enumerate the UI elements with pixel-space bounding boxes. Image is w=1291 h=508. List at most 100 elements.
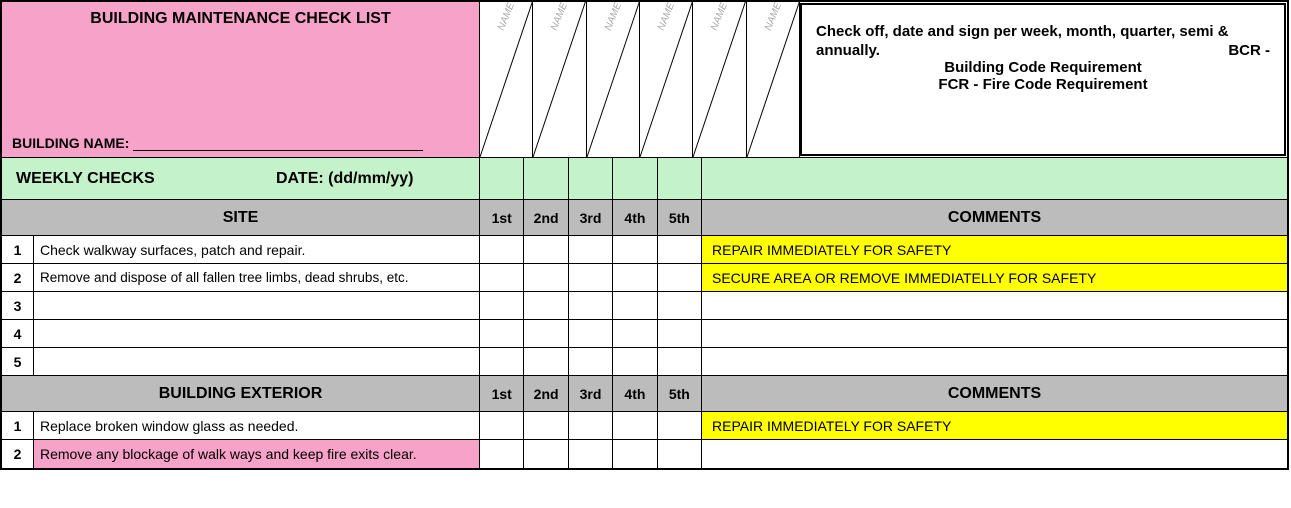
week-date-cell-2[interactable] bbox=[524, 158, 568, 199]
col-head-5: 5th bbox=[658, 376, 702, 411]
check-cell[interactable] bbox=[569, 236, 613, 263]
check-cell[interactable] bbox=[613, 412, 657, 439]
check-cell[interactable] bbox=[569, 320, 613, 347]
col-head-2: 2nd bbox=[524, 200, 568, 235]
section-title: BUILDING EXTERIOR bbox=[2, 376, 480, 411]
col-head-4: 4th bbox=[613, 376, 657, 411]
comment-cell: SECURE AREA OR REMOVE IMMEDIATELLY FOR S… bbox=[702, 264, 1287, 291]
task-cell: Replace broken window glass as needed. bbox=[34, 412, 480, 439]
instructions-line2a: annually. bbox=[816, 42, 880, 59]
check-cell[interactable] bbox=[480, 292, 524, 319]
name-col-5: NAME bbox=[693, 2, 746, 157]
col-head-4: 4th bbox=[613, 200, 657, 235]
check-cell[interactable] bbox=[658, 412, 702, 439]
check-cell[interactable] bbox=[480, 264, 524, 291]
check-cell[interactable] bbox=[480, 348, 524, 375]
task-cell: Remove any blockage of walk ways and kee… bbox=[34, 440, 480, 468]
check-cell[interactable] bbox=[613, 292, 657, 319]
instructions-line2b: BCR - bbox=[1228, 42, 1270, 59]
check-cell[interactable] bbox=[658, 236, 702, 263]
week-date-cell-5[interactable] bbox=[658, 158, 702, 199]
doc-title: BUILDING MAINTENANCE CHECK LIST bbox=[12, 10, 469, 28]
col-head-5: 5th bbox=[658, 200, 702, 235]
task-cell: Remove and dispose of all fallen tree li… bbox=[34, 264, 480, 291]
row-number: 4 bbox=[2, 320, 34, 347]
check-cell[interactable] bbox=[524, 236, 568, 263]
check-cell[interactable] bbox=[658, 320, 702, 347]
check-cell[interactable] bbox=[524, 412, 568, 439]
col-head-3: 3rd bbox=[569, 376, 613, 411]
check-cell[interactable] bbox=[569, 412, 613, 439]
week-date-cell-1[interactable] bbox=[480, 158, 524, 199]
section-header-site: SITE 1st 2nd 3rd 4th 5th COMMENTS bbox=[2, 200, 1287, 236]
name-col-6: NAME bbox=[747, 2, 800, 157]
weekly-checks-row: WEEKLY CHECKS DATE: (dd/mm/yy) bbox=[2, 158, 1287, 200]
comment-cell bbox=[702, 320, 1287, 347]
check-cell[interactable] bbox=[658, 292, 702, 319]
table-row: 4 bbox=[2, 320, 1287, 348]
name-col-1: NAME bbox=[480, 2, 533, 157]
check-cell[interactable] bbox=[613, 264, 657, 291]
check-cell[interactable] bbox=[569, 292, 613, 319]
check-cell[interactable] bbox=[524, 292, 568, 319]
comments-header: COMMENTS bbox=[702, 200, 1287, 235]
checklist-sheet: BUILDING MAINTENANCE CHECK LIST BUILDING… bbox=[0, 0, 1289, 470]
check-cell[interactable] bbox=[569, 348, 613, 375]
comment-cell bbox=[702, 292, 1287, 319]
table-row: 2 Remove and dispose of all fallen tree … bbox=[2, 264, 1287, 292]
section-title: SITE bbox=[2, 200, 480, 235]
check-cell[interactable] bbox=[658, 264, 702, 291]
week-date-cell-3[interactable] bbox=[569, 158, 613, 199]
comment-cell bbox=[702, 440, 1287, 468]
row-number: 2 bbox=[2, 440, 34, 468]
name-col-3: NAME bbox=[587, 2, 640, 157]
col-head-1: 1st bbox=[480, 200, 524, 235]
row-number: 1 bbox=[2, 236, 34, 263]
row-number: 5 bbox=[2, 348, 34, 375]
name-col-2: NAME bbox=[533, 2, 586, 157]
task-cell: Check walkway surfaces, patch and repair… bbox=[34, 236, 480, 263]
check-cell[interactable] bbox=[480, 320, 524, 347]
check-cell[interactable] bbox=[613, 236, 657, 263]
col-head-2: 2nd bbox=[524, 376, 568, 411]
check-cell[interactable] bbox=[524, 264, 568, 291]
weekly-checks-label: WEEKLY CHECKS bbox=[16, 170, 276, 188]
task-cell bbox=[34, 292, 480, 319]
title-box: BUILDING MAINTENANCE CHECK LIST BUILDING… bbox=[2, 2, 480, 157]
check-cell[interactable] bbox=[613, 320, 657, 347]
building-name-label: BUILDING NAME: bbox=[12, 135, 129, 151]
instructions-line4: FCR - Fire Code Requirement bbox=[816, 76, 1270, 93]
table-row: 1 Replace broken window glass as needed.… bbox=[2, 412, 1287, 440]
check-cell[interactable] bbox=[658, 348, 702, 375]
check-cell[interactable] bbox=[480, 440, 524, 468]
weekly-rest bbox=[702, 158, 1287, 199]
task-cell bbox=[34, 348, 480, 375]
building-name-field[interactable]: BUILDING NAME: bbox=[12, 135, 423, 151]
check-cell[interactable] bbox=[524, 348, 568, 375]
check-cell[interactable] bbox=[480, 412, 524, 439]
check-cell[interactable] bbox=[569, 264, 613, 291]
comment-cell bbox=[702, 348, 1287, 375]
week-date-cell-4[interactable] bbox=[613, 158, 657, 199]
instructions-line3: Building Code Requirement bbox=[816, 59, 1270, 76]
col-head-3: 3rd bbox=[569, 200, 613, 235]
check-cell[interactable] bbox=[480, 236, 524, 263]
weekly-checks-left: WEEKLY CHECKS DATE: (dd/mm/yy) bbox=[2, 158, 480, 199]
comment-cell: REPAIR IMMEDIATELY FOR SAFETY bbox=[702, 412, 1287, 439]
check-cell[interactable] bbox=[613, 348, 657, 375]
check-cell[interactable] bbox=[613, 440, 657, 468]
check-cell[interactable] bbox=[524, 320, 568, 347]
section-header-building-exterior: BUILDING EXTERIOR 1st 2nd 3rd 4th 5th CO… bbox=[2, 376, 1287, 412]
comment-cell: REPAIR IMMEDIATELY FOR SAFETY bbox=[702, 236, 1287, 263]
task-cell bbox=[34, 320, 480, 347]
row-number: 2 bbox=[2, 264, 34, 291]
table-row: 5 bbox=[2, 348, 1287, 376]
check-cell[interactable] bbox=[569, 440, 613, 468]
name-col-4: NAME bbox=[640, 2, 693, 157]
building-name-input-line[interactable] bbox=[133, 150, 423, 151]
table-row: 2 Remove any blockage of walk ways and k… bbox=[2, 440, 1287, 468]
check-cell[interactable] bbox=[524, 440, 568, 468]
weekly-date-label: DATE: (dd/mm/yy) bbox=[276, 170, 413, 188]
table-row: 1 Check walkway surfaces, patch and repa… bbox=[2, 236, 1287, 264]
check-cell[interactable] bbox=[658, 440, 702, 468]
